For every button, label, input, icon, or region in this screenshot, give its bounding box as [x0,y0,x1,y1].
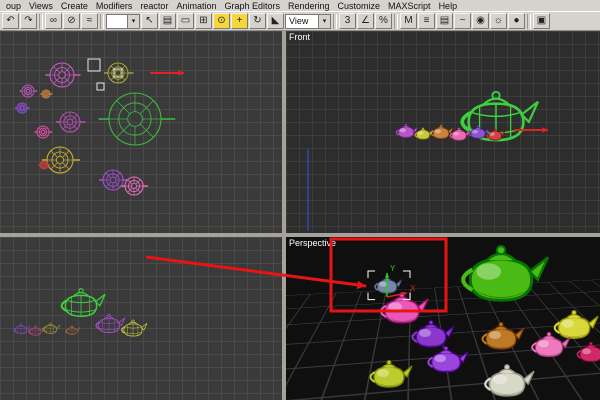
menu-modifiers[interactable]: Modifiers [92,1,137,11]
render-scene-dialog-button[interactable]: ☼ [490,13,507,29]
teapot[interactable] [481,322,525,350]
teapot-wireframe[interactable] [28,325,45,336]
teapot[interactable] [427,345,469,373]
teapot[interactable] [369,360,413,388]
dummy-helper[interactable] [87,58,101,72]
select-and-scale-button[interactable]: ◣ [267,13,284,29]
dummy-helper[interactable] [96,82,105,91]
teapot-wireframe[interactable] [95,313,126,333]
menu-create[interactable]: Create [57,1,92,11]
teapot-top-view[interactable] [41,146,81,174]
select-and-rotate-button[interactable]: ↻ [249,13,266,29]
menu-bar: oup Views Create Modifiers reactor Animation G… [0,0,600,12]
unlink-selection-button[interactable]: ⊘ [63,13,80,29]
redo-button[interactable]: ↷ [20,13,37,29]
teapot-top-view[interactable] [99,169,129,191]
viewport-left[interactable] [0,237,282,400]
teapot-top-view[interactable] [15,102,30,114]
teapot[interactable] [486,128,506,141]
reference-coordinate-system-dropdown[interactable]: View ▾ [285,13,331,29]
window-crossing-toggle-button[interactable]: ⊞ [195,13,212,29]
menu-reactor[interactable]: reactor [136,1,172,11]
teapot-wireframe[interactable] [42,322,61,334]
chevron-down-icon[interactable]: ▾ [318,14,330,28]
select-and-link-button[interactable]: ∞ [45,13,62,29]
teapot-top-view[interactable] [104,62,134,84]
teapot[interactable] [576,341,600,363]
toolbar-separator [333,13,337,29]
snaps-toggle-3d-button[interactable]: 3 [339,13,356,29]
teapot-top-view[interactable] [40,89,53,99]
viewport-label-front[interactable]: Front [289,32,310,42]
toolbar-separator [39,13,43,29]
svg-text:Y: Y [390,264,396,273]
viewport-area: Front Perspective YX [0,31,600,400]
3dsmax-window: oup Views Create Modifiers reactor Animation G… [0,0,600,400]
align-button[interactable]: ≡ [418,13,435,29]
teapot[interactable] [430,124,454,139]
teapot-top-view[interactable] [34,125,53,139]
teapot[interactable] [553,310,599,339]
top-viewport-scene [15,58,184,196]
layer-manager-button[interactable]: ▤ [436,13,453,29]
menu-maxscript[interactable]: MAXScript [384,1,435,11]
teapot[interactable] [374,275,403,294]
angle-snap-toggle-button[interactable]: ∠ [357,13,374,29]
viewport-label-perspective[interactable]: Perspective [289,238,336,248]
undo-button[interactable]: ↶ [2,13,19,29]
menu-rendering[interactable]: Rendering [284,1,334,11]
perspective-viewport-scene: YX [367,245,600,397]
axis-arrow [150,70,184,76]
teapot-wireframe[interactable] [13,323,31,335]
viewport-front[interactable]: Front [286,31,600,233]
teapot-top-view[interactable] [45,62,81,88]
teapot-top-view[interactable] [98,92,176,146]
toolbar-separator [527,13,531,29]
svg-text:X: X [410,284,416,293]
chevron-down-icon[interactable]: ▾ [127,14,139,28]
mirror-button[interactable]: M [400,13,417,29]
teapot[interactable] [414,127,434,140]
teapot-top-view[interactable] [19,84,38,98]
teapot[interactable] [461,245,550,302]
menu-views[interactable]: Views [25,1,57,11]
teapot-wireframe[interactable] [60,288,106,317]
viewport-top[interactable] [0,31,282,233]
left-viewport-scene [13,288,148,337]
percent-snap-toggle-button[interactable]: % [375,13,392,29]
menu-customize[interactable]: Customize [334,1,385,11]
teapot[interactable] [468,125,490,139]
curve-editor-button[interactable]: ~ [454,13,471,29]
teapot-top-view[interactable] [56,111,86,133]
main-toolbar: ↶ ↷ ∞ ⊘ ≈ ▾ ↖ ▤ ▭ ⊞ ⊙ + ↻ ◣ View ▾ 3 ∠% M ≡ ▤ ~ ◉ ☼ ● ▣ [0,12,600,31]
reference-coordinate-system-value: View [289,16,309,26]
render-last-button[interactable]: ▣ [533,13,550,29]
toolbar-separator [394,13,398,29]
menu-graph-editors[interactable]: Graph Editors [220,1,284,11]
bind-to-space-warp-button[interactable]: ≈ [81,13,98,29]
viewport-perspective[interactable]: Perspective YX [286,237,600,400]
rectangular-selection-region-button[interactable]: ▭ [177,13,194,29]
front-viewport-scene [307,90,548,231]
teapot[interactable] [411,320,455,348]
selection-filter-dropdown[interactable]: ▾ [106,13,140,29]
select-by-name-button[interactable]: ▤ [159,13,176,29]
use-center-button[interactable]: ⊙ [213,13,230,29]
teapot-top-view[interactable] [38,160,51,170]
teapot-wireframe[interactable] [65,325,81,335]
quick-render-button[interactable]: ● [508,13,525,29]
menu-oup[interactable]: oup [2,1,25,11]
select-and-move-button[interactable]: + [231,13,248,29]
menu-help[interactable]: Help [435,1,462,11]
teapot-wireframe[interactable] [121,319,148,337]
menu-animation[interactable]: Animation [172,1,220,11]
select-object-button[interactable]: ↖ [141,13,158,29]
material-editor-button[interactable]: ◉ [472,13,489,29]
toolbar-separator [100,13,104,29]
teapot[interactable] [484,364,535,397]
